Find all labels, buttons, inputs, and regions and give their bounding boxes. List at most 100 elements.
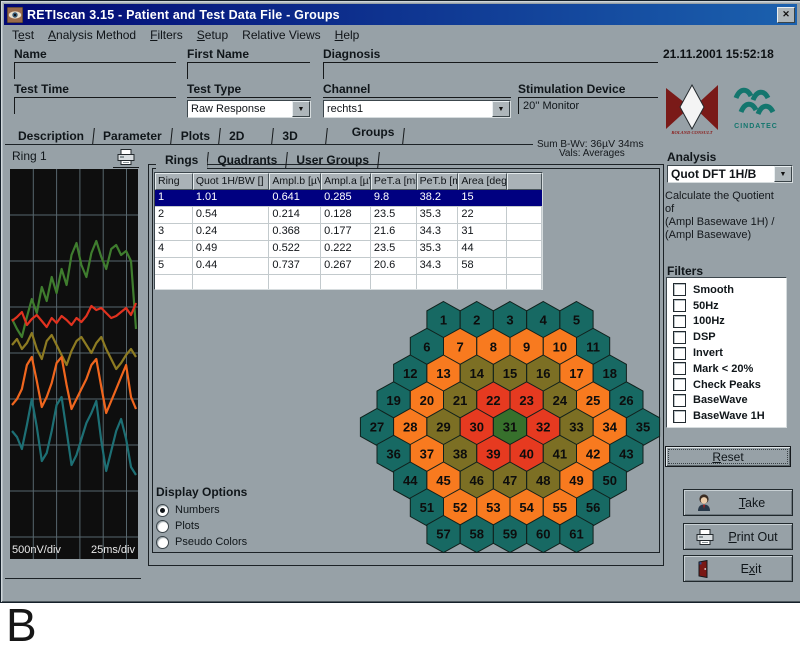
chevron-down-icon[interactable]: ▼ [774, 166, 792, 182]
name-input[interactable] [14, 63, 176, 79]
test-time-input[interactable] [14, 98, 176, 114]
table-row[interactable]: 40.490.5220.22223.535.344 [155, 241, 542, 258]
checkbox[interactable] [673, 331, 686, 344]
waveform-svg [10, 169, 138, 559]
hex-number: 50 [603, 473, 617, 488]
radio-button[interactable] [156, 520, 169, 533]
filter-row[interactable]: Invert [673, 345, 786, 361]
hex-number: 61 [569, 527, 583, 542]
first-name-input[interactable] [187, 63, 310, 79]
filter-row[interactable]: 100Hz [673, 314, 786, 330]
table-cell: 34.3 [417, 224, 459, 240]
radio-button[interactable] [156, 504, 169, 517]
test-type-value: Raw Response [188, 101, 292, 117]
filter-label: Check Peaks [693, 379, 761, 391]
hex-number: 26 [619, 393, 633, 408]
filter-row[interactable]: DSP [673, 329, 786, 345]
menu-item-test[interactable]: Test [12, 28, 34, 42]
table-cell: 0.214 [269, 207, 321, 223]
menu-item-help[interactable]: Help [335, 28, 360, 42]
radio-option[interactable]: Numbers [156, 502, 316, 518]
hex-number: 21 [453, 393, 467, 408]
radio-option[interactable]: Plots [156, 518, 316, 534]
table-cell: 0.128 [321, 207, 371, 223]
menu-item-setup[interactable]: Setup [197, 28, 228, 42]
channel-select[interactable]: rechts1 ▼ [323, 100, 511, 118]
hex-number: 8 [490, 339, 497, 354]
table-cell [507, 207, 542, 223]
group-tab-rings[interactable]: Rings [156, 153, 207, 169]
rings-table[interactable]: RingQuot 1H/BW []Ampl.b [µV]Ampl.a [µV]P… [154, 172, 543, 290]
plot-title: Ring 1 [12, 149, 47, 163]
print-out-button[interactable]: Print Out [683, 523, 793, 550]
tab-3d[interactable]: 3D [273, 129, 325, 145]
reset-button[interactable]: Reset [665, 446, 791, 467]
column-header[interactable]: PeT.a [ms] [371, 173, 417, 190]
radio-option[interactable]: Pseudo Colors [156, 534, 316, 550]
close-button[interactable]: ✕ [777, 7, 795, 23]
hex-number: 49 [569, 473, 583, 488]
group-tab-user-groups[interactable]: User Groups [287, 153, 378, 169]
radio-button[interactable] [156, 536, 169, 549]
column-header[interactable]: Quot 1H/BW [] [193, 173, 270, 190]
checkbox[interactable] [673, 347, 686, 360]
column-header[interactable]: PeT.b [ms] [417, 173, 459, 190]
title-bar[interactable]: RETIscan 3.15 - Patient and Test Data Fi… [4, 4, 797, 25]
hex-number: 51 [420, 500, 434, 515]
take-button[interactable]: Take [683, 489, 793, 516]
filter-row[interactable]: Smooth [673, 282, 786, 298]
checkbox[interactable] [673, 299, 686, 312]
menu-item-relative-views[interactable]: Relative Views [242, 28, 320, 42]
checkbox[interactable] [673, 410, 686, 423]
menu-item-filters[interactable]: Filters [150, 28, 183, 42]
column-header[interactable] [507, 173, 542, 190]
chevron-down-icon[interactable]: ▼ [292, 101, 310, 117]
table-row[interactable]: 11.010.6410.2859.838.215 [155, 190, 542, 207]
filter-label: BaseWave [693, 394, 748, 406]
tab-plots[interactable]: Plots [172, 129, 219, 145]
hex-number: 1 [440, 313, 447, 328]
diagnosis-input[interactable] [323, 63, 658, 79]
group-tab-quadrants[interactable]: Quadrants [208, 153, 286, 169]
hex-number: 4 [540, 313, 548, 328]
menu-item-analysis-method[interactable]: Analysis Method [48, 28, 136, 42]
column-header[interactable]: Ampl.a [µV] [321, 173, 371, 190]
filter-label: 100Hz [693, 315, 725, 327]
tab-parameter[interactable]: Parameter [94, 129, 171, 145]
table-row-empty [155, 275, 542, 290]
checkbox[interactable] [673, 315, 686, 328]
print-plot-button[interactable] [113, 146, 139, 168]
app-window: RETIscan 3.15 - Patient and Test Data Fi… [0, 0, 800, 603]
test-type-select[interactable]: Raw Response ▼ [187, 100, 311, 118]
filter-row[interactable]: Check Peaks [673, 377, 786, 393]
table-cell: 20.6 [371, 258, 417, 274]
table-cell: 0.641 [269, 190, 321, 206]
column-header[interactable]: Area [deg²] [458, 173, 507, 190]
table-row[interactable]: 50.440.7370.26720.634.358 [155, 258, 542, 275]
table-row[interactable]: 20.540.2140.12823.535.322 [155, 207, 542, 224]
tab-2d[interactable]: 2D [220, 129, 272, 145]
filter-row[interactable]: BaseWave 1H [673, 408, 786, 424]
checkbox[interactable] [673, 283, 686, 296]
tab-description[interactable]: Description [9, 129, 93, 145]
radio-label: Plots [175, 520, 199, 532]
column-header[interactable]: Ring [155, 173, 193, 190]
table-cell: 35.3 [417, 207, 459, 223]
table-cell: 5 [155, 258, 193, 274]
column-header[interactable]: Ampl.b [µV] [269, 173, 321, 190]
analysis-select[interactable]: Quot DFT 1H/B ▼ [667, 165, 793, 183]
checkbox[interactable] [673, 378, 686, 391]
table-cell [507, 258, 542, 274]
filter-row[interactable]: 50Hz [673, 298, 786, 314]
filter-row[interactable]: BaseWave [673, 393, 786, 409]
hex-number: 34 [603, 420, 618, 435]
table-row[interactable]: 30.240.3680.17721.634.331 [155, 224, 542, 241]
hex-number: 58 [470, 527, 484, 542]
checkbox[interactable] [673, 362, 686, 375]
filter-row[interactable]: Mark < 20% [673, 361, 786, 377]
exit-button[interactable]: Exit [683, 555, 793, 582]
chevron-down-icon[interactable]: ▼ [492, 101, 510, 117]
hex-number: 28 [403, 420, 417, 435]
tab-groups[interactable]: Groups [343, 125, 404, 141]
checkbox[interactable] [673, 394, 686, 407]
